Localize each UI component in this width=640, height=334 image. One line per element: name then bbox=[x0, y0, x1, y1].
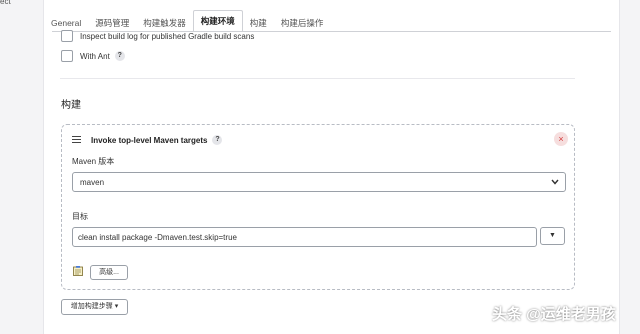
inspect-gradle-checkbox[interactable] bbox=[61, 30, 73, 42]
advanced-button[interactable]: 高级... bbox=[90, 265, 128, 280]
notepad-icon bbox=[73, 266, 83, 276]
section-title: 构建 bbox=[61, 100, 81, 111]
maven-version-label: Maven 版本 bbox=[72, 157, 115, 166]
goals-label: 目标 bbox=[72, 212, 88, 221]
add-build-step-button[interactable]: 增加构建步骤 ▾ bbox=[61, 299, 128, 315]
config-tabs: General 源码管理 构建触发器 构建环境 构建 构建后操作 bbox=[44, 10, 330, 32]
chevron-down-icon bbox=[551, 179, 559, 185]
help-icon[interactable]: ? bbox=[114, 51, 125, 61]
tab-build-environment[interactable]: 构建环境 bbox=[192, 10, 243, 32]
build-step-title: Invoke top-level Maven targets ? bbox=[91, 135, 223, 145]
build-step-title-text: Invoke top-level Maven targets bbox=[91, 135, 208, 145]
drag-handle-icon[interactable] bbox=[72, 136, 81, 145]
maven-version-select[interactable]: maven bbox=[72, 172, 566, 192]
watermark-text: 头条 @运维老男孩 bbox=[492, 306, 616, 323]
inspect-gradle-label: Inspect build log for published Gradle b… bbox=[80, 31, 255, 41]
with-ant-label: With Ant bbox=[80, 51, 110, 61]
corner-fragment-text: ect bbox=[0, 0, 11, 6]
build-step-card: Invoke top-level Maven targets ? × Maven… bbox=[61, 124, 575, 290]
inspect-gradle-option: Inspect build log for published Gradle b… bbox=[61, 30, 254, 42]
config-panel: General 源码管理 构建触发器 构建环境 构建 构建后操作 Inspect… bbox=[43, 0, 620, 334]
goals-value: clean install package -Dmaven.test.skip=… bbox=[78, 233, 237, 242]
help-icon[interactable]: ? bbox=[212, 135, 223, 145]
tab-post-build[interactable]: 构建后操作 bbox=[274, 14, 331, 32]
goals-input[interactable]: clean install package -Dmaven.test.skip=… bbox=[72, 227, 537, 247]
with-ant-checkbox[interactable] bbox=[61, 50, 73, 62]
expand-goals-button[interactable]: ▼ bbox=[540, 227, 565, 245]
maven-version-value: maven bbox=[80, 178, 105, 187]
close-icon[interactable]: × bbox=[554, 132, 568, 146]
with-ant-option: With Ant ? bbox=[61, 50, 125, 62]
section-divider bbox=[60, 78, 575, 79]
